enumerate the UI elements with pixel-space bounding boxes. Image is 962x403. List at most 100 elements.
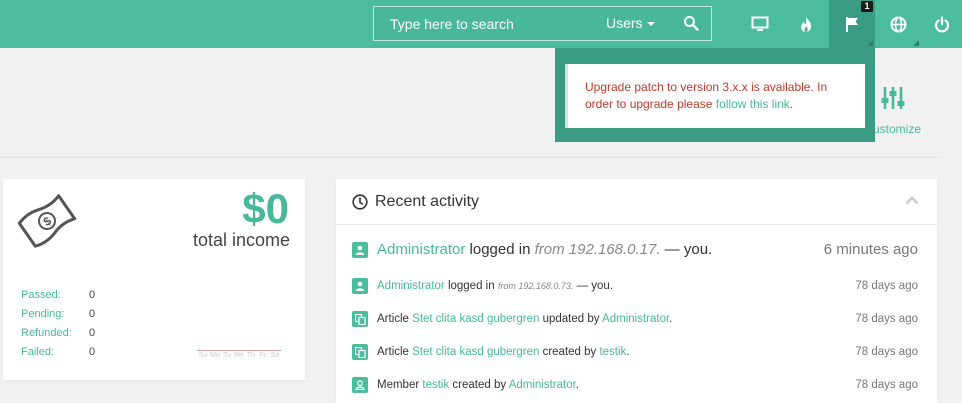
stat-row: Pending: 0 [21, 308, 95, 327]
flame-icon [801, 16, 812, 32]
activity-time: 6 minutes ago [823, 241, 918, 258]
activity-time: 78 days ago [855, 379, 918, 391]
divider [0, 157, 937, 158]
notification-message-end: . [789, 97, 794, 111]
monitor-button[interactable] [737, 0, 783, 48]
weekday-label: We [233, 350, 245, 359]
income-label: total income [192, 230, 290, 250]
search-scope-dropdown[interactable]: Users [606, 7, 655, 40]
corner-decoration [913, 40, 919, 46]
weekday-label: Mo [209, 350, 221, 359]
activity-suffix: . [626, 346, 630, 358]
activity-text: Article Stet clita kasd gubergren update… [377, 313, 855, 325]
panel-title: Recent activity [375, 192, 480, 210]
activity-text: Administrator logged in from 192.168.0.1… [377, 241, 824, 258]
income-stats: Passed: 0 Pending: 0 Refunded: 0 Failed: 0 [21, 289, 95, 365]
income-panel: $ $0 total income Passed: 0 Pending: 0 Ref… [3, 179, 305, 380]
top-navbar: Users 1 [0, 0, 962, 48]
weekday-label: Tu [221, 350, 233, 359]
weekday-label: Su [197, 350, 209, 359]
notifications-dropdown: Upgrade patch to version 3.x.x is availa… [555, 48, 875, 142]
article-link[interactable]: Stet clita kasd gubergren [412, 346, 539, 358]
stat-label: Passed: [21, 289, 61, 301]
activity-text: Article Stet clita kasd gubergren create… [377, 346, 855, 358]
activity-prefix: Article [377, 346, 413, 358]
chevron-up-icon[interactable] [905, 196, 919, 205]
stat-value: 0 [89, 327, 96, 339]
stat-value: 0 [89, 346, 96, 358]
activity-action: logged in [465, 241, 535, 258]
actor-link[interactable]: Administrator [602, 313, 669, 325]
member-icon [352, 377, 368, 393]
actor-link[interactable]: Administrator [377, 280, 445, 292]
logout-button[interactable] [921, 0, 962, 48]
search-box: Users [373, 6, 712, 41]
activity-item: Article Stet clita kasd gubergren create… [352, 344, 918, 360]
activity-item: Administrator logged in from 192.168.0.7… [352, 278, 918, 294]
monitor-icon [751, 16, 769, 31]
upgrade-link[interactable]: follow this link [716, 97, 790, 111]
weekday-label: Fr [257, 350, 269, 359]
stat-row: Failed: 0 [21, 346, 95, 365]
search-icon[interactable] [683, 15, 699, 31]
notifications-button[interactable]: 1 [829, 0, 875, 48]
activity-time: 78 days ago [855, 280, 918, 292]
stat-label: Failed: [21, 346, 55, 358]
activity-action: logged in [444, 280, 498, 292]
sliders-icon [881, 87, 905, 109]
search-input[interactable] [374, 7, 589, 40]
activity-ip: from 192.168.0.17. [534, 241, 661, 258]
power-icon [934, 15, 949, 32]
income-amount: $0 [242, 185, 289, 232]
panel-header: Recent activity [336, 179, 937, 225]
customize-label: ustomize [873, 122, 922, 136]
actor-link[interactable]: testik [599, 346, 626, 358]
weekday-label: Sa [269, 350, 281, 359]
activity-item: Article Stet clita kasd gubergren update… [352, 311, 918, 327]
notification-alert: Upgrade patch to version 3.x.x is availa… [565, 64, 865, 128]
activity-action: updated by [539, 313, 603, 325]
activity-ip: from 192.168.0.73. [497, 281, 574, 291]
actor-link[interactable]: Administrator [377, 241, 465, 258]
stat-value: 0 [89, 308, 96, 320]
activity-action: created by [539, 346, 600, 358]
weekday-label: Th [245, 350, 257, 359]
activity-suffix: . [669, 313, 673, 325]
customize-button[interactable]: ustomize [873, 85, 933, 140]
member-link[interactable]: testik [422, 379, 449, 391]
clock-icon [352, 193, 368, 210]
activity-action: created by [449, 379, 509, 391]
money-bill-icon: $ [17, 194, 77, 248]
activity-text: Member testik created by Administrator. [377, 379, 855, 391]
stat-value: 0 [89, 289, 96, 301]
globe-icon [890, 16, 906, 32]
activity-suffix: — you. [573, 280, 614, 292]
stat-label: Pending: [21, 308, 65, 320]
search-scope-label: Users [606, 15, 643, 31]
user-icon [352, 241, 368, 258]
stat-label: Refunded: [21, 327, 72, 339]
notification-badge: 1 [861, 1, 873, 12]
activity-time: 78 days ago [855, 313, 918, 325]
stat-row: Refunded: 0 [21, 327, 95, 346]
activity-time: 78 days ago [855, 346, 918, 358]
article-link[interactable]: Stet clita kasd gubergren [412, 313, 539, 325]
activity-suffix: — you. [660, 241, 713, 258]
flame-button[interactable] [783, 0, 829, 48]
flag-icon [846, 16, 858, 32]
caret-down-icon [646, 22, 655, 27]
activity-prefix: Article [377, 313, 413, 325]
article-icon [352, 311, 368, 327]
activity-prefix: Member [377, 379, 423, 391]
activity-item: Member testik created by Administrator. … [352, 377, 918, 393]
weekday-sparkline: Su Mo Tu We Th Fr Sa [197, 350, 281, 359]
activity-text: Administrator logged in from 192.168.0.7… [377, 280, 855, 292]
language-button[interactable] [875, 0, 921, 48]
stat-row: Passed: 0 [21, 289, 95, 308]
recent-activity-panel: Recent activity Administrator logged in … [336, 179, 937, 403]
activity-suffix: . [575, 379, 579, 391]
actor-link[interactable]: Administrator [509, 379, 576, 391]
article-icon [352, 344, 368, 360]
activity-item: Administrator logged in from 192.168.0.1… [352, 241, 918, 258]
corner-decoration [867, 40, 873, 46]
